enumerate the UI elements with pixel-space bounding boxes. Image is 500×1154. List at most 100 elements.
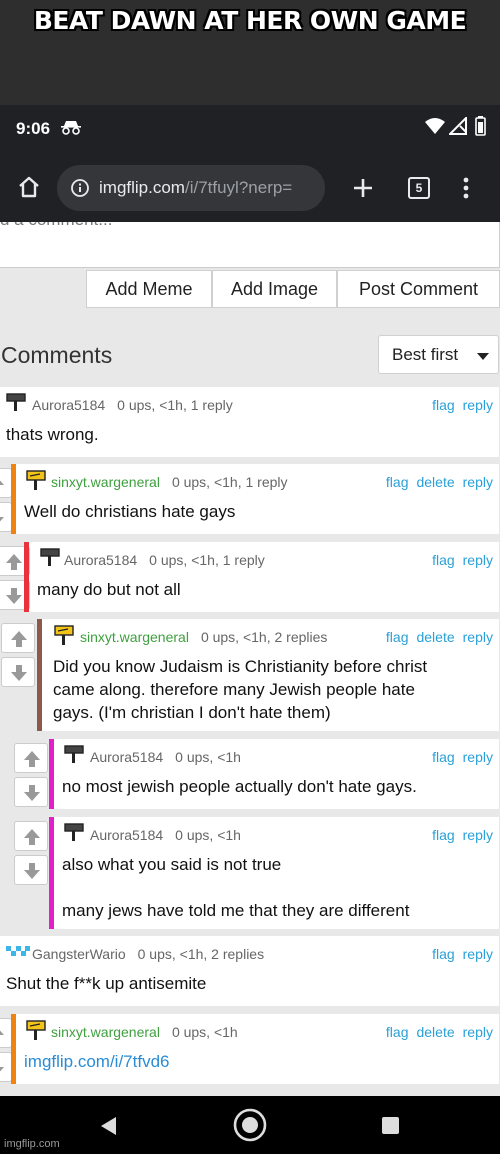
comment-username[interactable]: Aurora5184: [90, 827, 163, 843]
delete-link[interactable]: delete: [416, 1024, 454, 1040]
url-text[interactable]: imgflip.com/i/7tfuyl?nerp=: [99, 178, 317, 198]
back-icon[interactable]: [99, 1116, 117, 1136]
comment-actions: flag reply: [424, 552, 493, 568]
comment-text-line: Did you know Judaism is Christianity bef…: [53, 657, 428, 676]
sort-dropdown[interactable]: Best first: [378, 335, 499, 374]
downvote-icon: [24, 785, 40, 801]
comment-actions: flag reply: [424, 946, 493, 962]
user-flag-icon[interactable]: [40, 548, 60, 566]
comment-item: GangsterWario 0 ups, <1h, 2 replies flag re…: [0, 936, 499, 1006]
user-flag-icon[interactable]: [26, 1020, 46, 1040]
add-tab-icon[interactable]: [352, 177, 374, 199]
reply-link[interactable]: reply: [463, 397, 493, 413]
comments-heading: Comments: [1, 342, 113, 368]
comment-actions: flag delete reply: [378, 629, 493, 645]
comment-username[interactable]: sinxyt.wargeneral: [51, 1024, 160, 1040]
user-flag-icon[interactable]: [64, 823, 84, 841]
downvote-button[interactable]: [14, 777, 48, 807]
user-avatar-icon[interactable]: [6, 942, 30, 960]
flag-link[interactable]: flag: [386, 474, 409, 490]
downvote-icon: [6, 588, 22, 604]
flag-link[interactable]: flag: [386, 629, 409, 645]
comment-username[interactable]: sinxyt.wargeneral: [51, 474, 160, 490]
flag-link[interactable]: flag: [432, 552, 455, 568]
user-flag-icon[interactable]: [26, 470, 46, 490]
battery-icon: [475, 116, 486, 136]
upvote-icon: [24, 829, 40, 845]
delete-link[interactable]: delete: [416, 474, 454, 490]
comment-text-line: thats wrong.: [6, 425, 99, 444]
downvote-button[interactable]: [1, 657, 35, 687]
comment-actions: flag reply: [424, 749, 493, 765]
sort-label: Best first: [392, 345, 459, 364]
add-meme-button[interactable]: Add Meme: [86, 270, 212, 308]
comment-text-line: also what you said is not true: [62, 855, 282, 874]
comment-header: sinxyt.wargeneral 0 ups, <1h: [51, 1024, 238, 1040]
comment-username[interactable]: Aurora5184: [64, 552, 137, 568]
thread-depth-bar: [49, 817, 54, 929]
downvote-button[interactable]: [14, 855, 48, 885]
comment-text-line: gays. (I'm christian I don't hate them): [53, 703, 331, 722]
reply-link[interactable]: reply: [463, 749, 493, 765]
lock-icon[interactable]: [71, 179, 89, 197]
comment-meta: 0 ups, <1h: [171, 1024, 238, 1040]
user-flag-icon[interactable]: [64, 745, 84, 763]
comment-meta: 0 ups, <1h, 1 reply: [149, 552, 265, 568]
comment-header: Aurora5184 0 ups, <1h, 1 reply: [32, 397, 233, 413]
comment-text-line: many do but not all: [37, 580, 181, 599]
tab-switcher-icon[interactable]: 5: [408, 177, 430, 199]
reply-link[interactable]: reply: [463, 827, 493, 843]
comment-item: Aurora5184 0 ups, <1h flag reply no most jew…: [14, 739, 499, 809]
comment-item: sinxyt.wargeneral 0 ups, <1h, 1 reply flag…: [0, 464, 499, 534]
upvote-button[interactable]: [1, 623, 35, 653]
reply-link[interactable]: reply: [463, 474, 493, 490]
reply-link[interactable]: reply: [463, 1024, 493, 1040]
reply-link[interactable]: reply: [463, 552, 493, 568]
comment-text-line: no most jewish people actually don't hat…: [62, 777, 417, 796]
user-flag-icon[interactable]: [6, 393, 26, 411]
user-flag-icon[interactable]: [54, 625, 74, 645]
upvote-icon: [0, 1030, 4, 1035]
meme-caption: BEAT DAWN AT HER OWN GAME: [33, 6, 467, 35]
comment-header: Aurora5184 0 ups, <1h: [90, 749, 241, 765]
comment-text: Well do christians hate gays: [24, 500, 235, 523]
address-bar[interactable]: imgflip.com/i/7tfuyl?nerp=: [57, 165, 325, 211]
url-path: /i/7tfuyl?nerp=: [184, 178, 293, 197]
comment-item: Aurora5184 0 ups, <1h, 1 reply flag reply th…: [0, 387, 499, 457]
flag-link[interactable]: flag: [432, 397, 455, 413]
flag-link[interactable]: flag: [432, 827, 455, 843]
comment-header: Aurora5184 0 ups, <1h, 1 reply: [64, 552, 265, 568]
upvote-button[interactable]: [14, 821, 48, 851]
comment-username[interactable]: GangsterWario: [32, 946, 126, 962]
comment-text-line: [62, 876, 409, 899]
thread-depth-bar: [24, 542, 29, 612]
recents-icon[interactable]: [382, 1117, 399, 1134]
flag-link[interactable]: flag: [432, 749, 455, 765]
comment-username[interactable]: Aurora5184: [32, 397, 105, 413]
page-content: d a comment... Add Meme Add Image Post C…: [0, 222, 500, 1096]
chevron-down-icon: [477, 353, 489, 360]
comment-username[interactable]: sinxyt.wargeneral: [80, 629, 189, 645]
post-comment-button[interactable]: Post Comment: [337, 270, 500, 308]
flag-link[interactable]: flag: [386, 1024, 409, 1040]
comment-text-line: many jews have told me that they are dif…: [62, 901, 410, 920]
comment-textarea[interactable]: d a comment...: [0, 222, 500, 268]
comment-item: Aurora5184 0 ups, <1h, 1 reply flag reply ma…: [0, 542, 499, 612]
comment-header: sinxyt.wargeneral 0 ups, <1h, 1 reply: [51, 474, 288, 490]
reply-link[interactable]: reply: [463, 629, 493, 645]
add-image-button[interactable]: Add Image: [212, 270, 337, 308]
more-icon[interactable]: [462, 177, 470, 199]
home-circle-icon[interactable]: [233, 1108, 267, 1142]
tab-count: 5: [415, 181, 423, 195]
delete-link[interactable]: delete: [416, 629, 454, 645]
comment-username[interactable]: Aurora5184: [90, 749, 163, 765]
home-icon[interactable]: [17, 176, 41, 198]
flag-link[interactable]: flag: [432, 946, 455, 962]
reply-link[interactable]: reply: [463, 946, 493, 962]
comment-item: sinxyt.wargeneral 0 ups, <1h flag delete rep…: [0, 1014, 499, 1084]
downvote-icon: [0, 517, 4, 522]
upvote-button[interactable]: [14, 743, 48, 773]
comment-link[interactable]: imgflip.com/i/7tfvd6: [24, 1050, 170, 1073]
thread-depth-bar: [11, 464, 16, 534]
comment-meta: 0 ups, <1h, 1 reply: [171, 474, 288, 490]
